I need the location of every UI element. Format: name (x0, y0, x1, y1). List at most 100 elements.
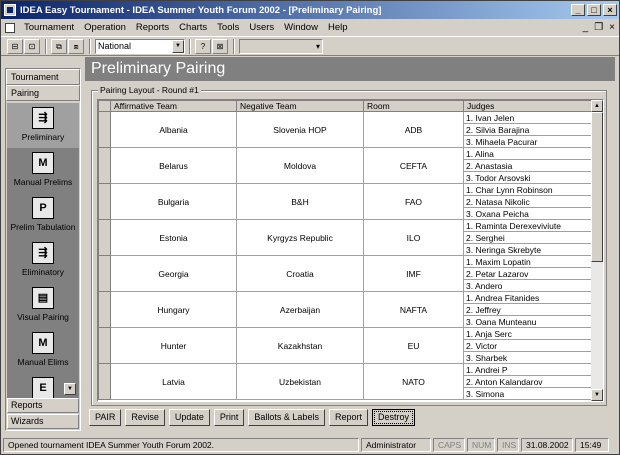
judge-cell[interactable]: 1. Char Lynn Robinson (463, 183, 593, 196)
ballots-labels-button[interactable]: Ballots & Labels (248, 409, 325, 426)
affirmative-team-cell[interactable]: Georgia (110, 255, 237, 292)
judge-cell[interactable]: 2. Anton Kalandarov (463, 375, 593, 388)
judge-cell[interactable]: 3. Mihaela Pacurar (463, 135, 593, 148)
negative-team-cell[interactable]: Moldova (236, 147, 364, 184)
judge-cell[interactable]: 2. Silvia Barajina (463, 123, 593, 136)
negative-team-cell[interactable]: Slovenia HOP (236, 111, 364, 148)
menu-tournament[interactable]: Tournament (19, 22, 79, 33)
column-header-room[interactable]: Room (363, 100, 464, 112)
table-row[interactable]: Hungary Azerbaijan NAFTA 1. Andrea Fitanide… (98, 291, 593, 328)
judge-cell[interactable]: 2. Serghei (463, 231, 593, 244)
judge-cell[interactable]: 2. Jeffrey (463, 303, 593, 316)
row-selector[interactable] (98, 327, 111, 364)
judge-cell[interactable]: 2. Victor (463, 339, 593, 352)
sidebar-item-preliminary[interactable]: ⇶ Preliminary (7, 103, 79, 148)
chevron-down-icon[interactable]: ▼ (172, 39, 184, 53)
cancel-icon[interactable]: ⊠ (212, 38, 228, 54)
judge-cell[interactable]: 1. Andrea Fitanides (463, 291, 593, 304)
affirmative-team-cell[interactable]: Albania (110, 111, 237, 148)
judge-cell[interactable]: 1. Raminta Derexeviviute (463, 219, 593, 232)
report-button[interactable]: Report (328, 409, 368, 426)
sidebar-item-prelim-tabulation[interactable]: P Prelim Tabulation (7, 193, 79, 238)
maximize-button[interactable]: □ (587, 4, 601, 16)
sidebar-item-visual-pairing[interactable]: ▤ Visual Pairing (7, 283, 79, 328)
negative-team-cell[interactable]: Kyrgyzs Republic (236, 219, 364, 256)
room-cell[interactable]: NAFTA (363, 291, 464, 328)
room-cell[interactable]: FAO (363, 183, 464, 220)
judge-cell[interactable]: 1. Alina (463, 147, 593, 160)
update-button[interactable]: Update (168, 409, 210, 426)
menu-tools[interactable]: Tools (212, 22, 244, 33)
sidebar-item-manual-elims[interactable]: M Manual Elims (7, 328, 79, 373)
division-select[interactable]: National ▼ (95, 38, 185, 54)
affirmative-team-cell[interactable]: Belarus (110, 147, 237, 184)
affirmative-team-cell[interactable]: Estonia (110, 219, 237, 256)
tile-icon[interactable]: ⊟ (7, 38, 23, 54)
sidebar-item-eliminatory[interactable]: ⇶ Eliminatory (7, 238, 79, 283)
pairing-grid[interactable]: Affirmative Team Negative Team Room Judg… (97, 99, 604, 402)
judge-cell[interactable]: 2. Anastasia (463, 159, 593, 172)
menu-charts[interactable]: Charts (174, 22, 212, 33)
room-cell[interactable]: IMF (363, 255, 464, 292)
scroll-down-icon[interactable]: ▼ (591, 389, 603, 401)
room-cell[interactable]: EU (363, 327, 464, 364)
scroll-thumb[interactable] (591, 112, 603, 262)
negative-team-cell[interactable]: Uzbekistan (236, 363, 364, 400)
table-row[interactable]: Estonia Kyrgyzs Republic ILO 1. Raminta Der… (98, 219, 593, 256)
table-row[interactable]: Latvia Uzbekistan NATO 1. Andrei P (98, 363, 593, 400)
row-selector[interactable] (98, 147, 111, 184)
print-button[interactable]: Print (213, 409, 245, 426)
help-icon[interactable]: ? (195, 38, 211, 54)
judge-cell[interactable]: 2. Natasa Nikolic (463, 195, 593, 208)
table-row[interactable]: Georgia Croatia IMF 1. Maxim Lopatin (98, 255, 593, 292)
menu-window[interactable]: Window (279, 22, 323, 33)
row-selector[interactable] (98, 291, 111, 328)
window-icon[interactable]: ⊡ (24, 38, 40, 54)
close-button[interactable]: × (603, 4, 617, 16)
judge-cell[interactable]: 1. Maxim Lopatin (463, 255, 593, 268)
revise-button[interactable]: Revise (125, 409, 165, 426)
row-selector[interactable] (98, 111, 111, 148)
room-cell[interactable]: NATO (363, 363, 464, 400)
negative-team-cell[interactable]: Croatia (236, 255, 364, 292)
scroll-up-icon[interactable]: ▲ (591, 100, 603, 112)
table-row[interactable]: Albania Slovenia HOP ADB 1. Ivan Jelen (98, 111, 593, 148)
row-selector[interactable] (98, 363, 111, 400)
menu-help[interactable]: Help (323, 22, 353, 33)
sidebar-item-manual-prelims[interactable]: M Manual Prelims (7, 148, 79, 193)
arrange-icon[interactable]: ⧈ (68, 38, 84, 54)
column-header-judges[interactable]: Judges (463, 100, 593, 112)
judge-cell[interactable]: 2. Petar Lazarov (463, 267, 593, 280)
judge-cell[interactable]: 3. Neringa Skrebyte (463, 243, 593, 256)
destroy-button[interactable]: Destroy (371, 409, 415, 426)
mdi-minimize-icon[interactable]: _ (583, 22, 589, 33)
table-row[interactable]: Belarus Moldova CEFTA 1. Alina (98, 147, 593, 184)
sidebar-section-pairing[interactable]: Pairing (6, 85, 80, 101)
affirmative-team-cell[interactable]: Hunter (110, 327, 237, 364)
judge-cell[interactable]: 3. Simona (463, 387, 593, 400)
row-selector[interactable] (98, 183, 111, 220)
judge-cell[interactable]: 1. Ivan Jelen (463, 111, 593, 124)
judge-cell[interactable]: 1. Anja Serc (463, 327, 593, 340)
room-cell[interactable]: ADB (363, 111, 464, 148)
judge-cell[interactable]: 3. Todor Arsovski (463, 171, 593, 184)
minimize-button[interactable]: _ (571, 4, 585, 16)
table-row[interactable]: Bulgaria B&H FAO 1. Char Lynn Robinson (98, 183, 593, 220)
judge-cell[interactable]: 3. Oxana Peicha (463, 207, 593, 220)
column-header-affirmative[interactable]: Affirmative Team (110, 100, 237, 112)
table-row[interactable]: Hunter Kazakhstan EU 1. Anja Serc (98, 327, 593, 364)
room-cell[interactable]: CEFTA (363, 147, 464, 184)
row-selector[interactable] (98, 255, 111, 292)
sidebar-section-tournament[interactable]: Tournament (6, 69, 80, 85)
sidebar-section-wizards[interactable]: Wizards (7, 414, 79, 429)
toolbar-dropdown[interactable] (239, 38, 323, 54)
affirmative-team-cell[interactable]: Latvia (110, 363, 237, 400)
cascade-icon[interactable]: ⧉ (51, 38, 67, 54)
mdi-close-icon[interactable]: × (609, 22, 615, 33)
judge-cell[interactable]: 3. Andero (463, 279, 593, 292)
negative-team-cell[interactable]: B&H (236, 183, 364, 220)
judge-cell[interactable]: 1. Andrei P (463, 363, 593, 376)
pair-button[interactable]: PAIR (89, 409, 122, 426)
judge-cell[interactable]: 3. Sharbek (463, 351, 593, 364)
row-selector[interactable] (98, 219, 111, 256)
